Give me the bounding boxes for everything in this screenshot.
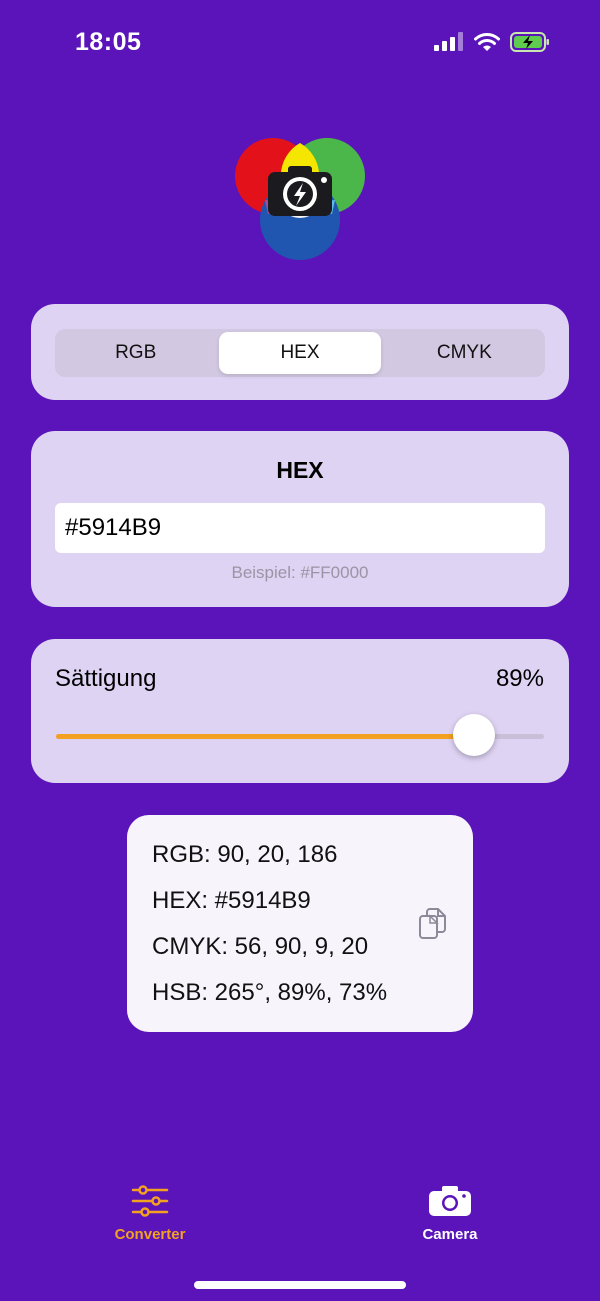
- tab-converter[interactable]: Converter: [80, 1185, 220, 1243]
- wifi-icon: [474, 33, 500, 51]
- status-icons: [434, 32, 550, 52]
- tab-camera[interactable]: Camera: [380, 1185, 520, 1243]
- hex-hint: Beispiel: #FF0000: [231, 563, 369, 582]
- saturation-card: Sättigung 89%: [31, 639, 569, 783]
- segment-hex[interactable]: HEX: [219, 332, 381, 374]
- camera-icon: [429, 1186, 471, 1216]
- battery-charging-icon: [510, 32, 549, 52]
- result-rgb: RGB: 90, 20, 186: [152, 841, 338, 868]
- segment-cmyk[interactable]: CMYK: [384, 329, 545, 377]
- cellular-signal-icon: [434, 32, 463, 51]
- tab-camera-label: Camera: [422, 1226, 478, 1243]
- hex-title: HEX: [276, 457, 324, 483]
- format-selector-card: RGB HEX CMYK: [31, 304, 569, 400]
- color-result-card: RGB: 90, 20, 186 HEX: #5914B9 CMYK: 56, …: [127, 815, 473, 1032]
- status-time: 18:05: [75, 28, 142, 56]
- saturation-label: Sättigung: [55, 665, 157, 692]
- hex-input[interactable]: [55, 503, 545, 553]
- format-segmented-control: RGB HEX CMYK: [55, 329, 545, 377]
- result-hsb: HSB: 265°, 89%, 73%: [152, 979, 388, 1006]
- home-indicator: [194, 1281, 406, 1289]
- saturation-slider-thumb[interactable]: [452, 714, 495, 756]
- copy-icon[interactable]: [418, 907, 448, 941]
- saturation-value: 89%: [495, 665, 544, 692]
- hex-input-card: HEX Beispiel: #FF0000: [31, 431, 569, 607]
- saturation-slider-fill: [56, 734, 474, 739]
- app-logo-icon: [235, 138, 365, 260]
- segment-rgb[interactable]: RGB: [55, 329, 216, 377]
- sliders-icon: [131, 1185, 169, 1217]
- tab-converter-label: Converter: [114, 1226, 186, 1243]
